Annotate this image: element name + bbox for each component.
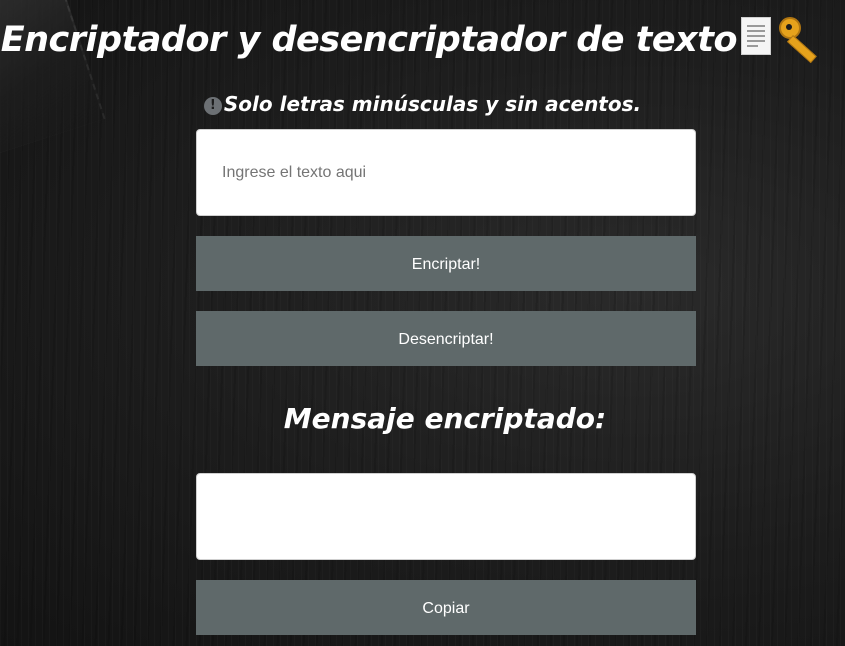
page-title-text: Encriptador y desencriptador de texto <box>0 20 738 60</box>
key-icon <box>779 17 823 64</box>
page-title: Encriptador y desencriptador de texto <box>0 14 845 66</box>
page-document-icon <box>741 17 771 55</box>
text-input[interactable] <box>196 129 696 216</box>
encrypted-output-box[interactable] <box>196 473 696 560</box>
notice-label: Solo letras minúsculas y sin acentos. <box>223 92 642 116</box>
notice-text: ! Solo letras minúsculas y sin acentos. <box>0 90 845 118</box>
copy-button[interactable]: Copiar <box>196 580 696 635</box>
exclamation-circle-icon: ! <box>203 97 222 115</box>
decrypt-button[interactable]: Desencriptar! <box>196 311 696 366</box>
result-heading: Mensaje encriptado: <box>283 402 607 435</box>
encrypt-button[interactable]: Encriptar! <box>196 236 696 291</box>
